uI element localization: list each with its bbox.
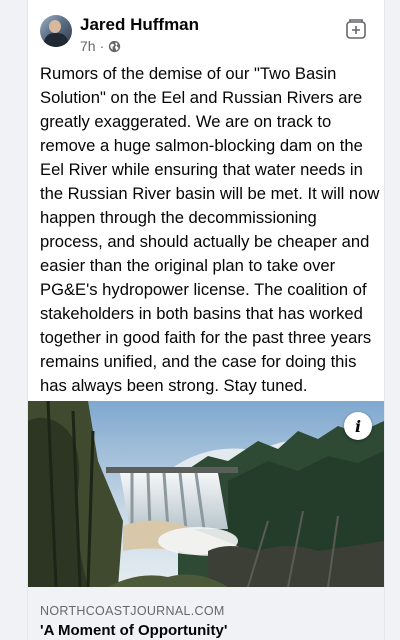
post-body: Rumors of the demise of our "Two Basin S… — [40, 62, 380, 398]
avatar-face — [49, 20, 61, 33]
link-domain: NORTHCOASTJOURNAL.COM — [40, 604, 225, 618]
info-button[interactable]: i — [344, 412, 372, 440]
author-name[interactable]: Jared Huffman — [80, 15, 199, 35]
link-preview-footer[interactable]: NORTHCOASTJOURNAL.COM 'A Moment of Oppor… — [28, 587, 384, 640]
link-preview-image[interactable]: i — [28, 401, 384, 587]
author-avatar[interactable] — [40, 15, 72, 47]
post-meta: 7h · — [80, 38, 121, 54]
avatar-suit — [44, 33, 68, 47]
post-time[interactable]: 7h — [80, 38, 96, 54]
post-text: Rumors of the demise of our "Two Basin S… — [40, 64, 380, 395]
post-card: Jared Huffman 7h · Rumors of the demise … — [27, 0, 385, 640]
meta-separator: · — [99, 38, 105, 54]
bookmark-save-icon[interactable] — [344, 17, 368, 41]
link-title[interactable]: 'A Moment of Opportunity' — [40, 622, 227, 639]
dam-photo — [28, 401, 384, 587]
globe-icon[interactable] — [108, 40, 121, 53]
post-header: Jared Huffman 7h · — [40, 13, 374, 57]
